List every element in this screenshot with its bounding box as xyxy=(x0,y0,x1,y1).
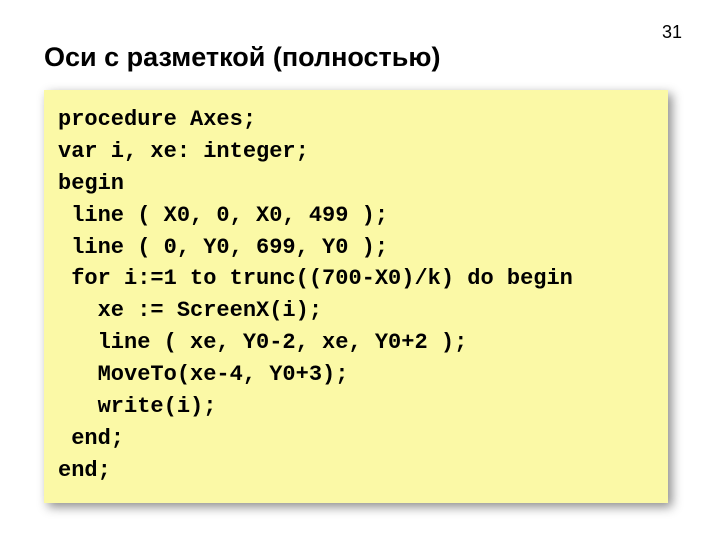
code-block: procedure Axes; var i, xe: integer; begi… xyxy=(44,90,668,503)
slide: 31 Оси с разметкой (полностью) procedure… xyxy=(0,0,720,540)
code-line: end; xyxy=(58,455,654,487)
code-line: write(i); xyxy=(58,391,654,423)
code-line: for i:=1 to trunc((700-X0)/k) do begin xyxy=(58,263,654,295)
page-number: 31 xyxy=(662,22,682,43)
slide-title: Оси с разметкой (полностью) xyxy=(44,42,440,73)
code-line: line ( 0, Y0, 699, Y0 ); xyxy=(58,232,654,264)
code-line: xe := ScreenX(i); xyxy=(58,295,654,327)
code-line: MoveTo(xe-4, Y0+3); xyxy=(58,359,654,391)
code-line: end; xyxy=(58,423,654,455)
code-line: line ( X0, 0, X0, 499 ); xyxy=(58,200,654,232)
code-line: begin xyxy=(58,168,654,200)
code-line: procedure Axes; xyxy=(58,104,654,136)
code-line: line ( xe, Y0-2, xe, Y0+2 ); xyxy=(58,327,654,359)
code-line: var i, xe: integer; xyxy=(58,136,654,168)
